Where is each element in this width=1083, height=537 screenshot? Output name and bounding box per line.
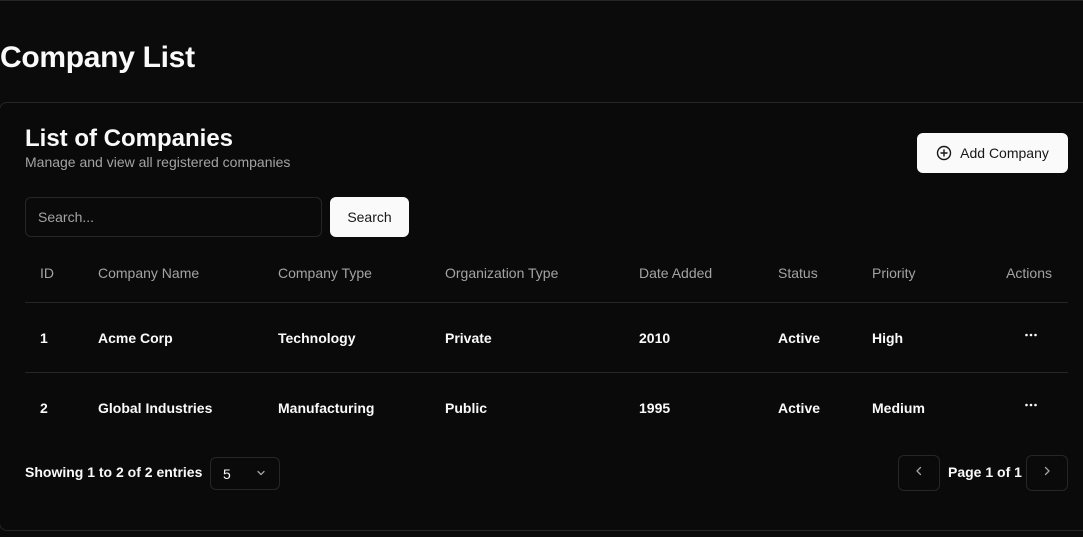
add-company-button[interactable]: Add Company	[917, 133, 1068, 173]
page-size-select[interactable]: 5	[210, 457, 280, 490]
cell-date-added: 2010	[639, 329, 671, 346]
cell-id: 1	[40, 329, 48, 346]
more-horizontal-icon	[1023, 327, 1039, 348]
page-title: Company List	[0, 41, 195, 74]
row-actions-button[interactable]	[1019, 325, 1043, 349]
card-title: List of Companies	[25, 125, 234, 152]
cell-company-type: Technology	[278, 329, 356, 346]
chevron-right-icon	[1040, 464, 1054, 483]
chevron-down-icon	[255, 466, 267, 482]
cell-priority: High	[872, 329, 904, 346]
cell-organization-type: Private	[445, 329, 492, 346]
cell-id: 2	[40, 399, 48, 416]
row-actions-button[interactable]	[1019, 395, 1043, 419]
entries-summary: Showing 1 to 2 of 2 entries	[25, 464, 203, 480]
header-company-type[interactable]: Company Type	[278, 243, 372, 302]
search-input[interactable]	[25, 197, 322, 237]
page-size-value: 5	[223, 465, 231, 482]
table-row[interactable]: 1 Acme Corp Technology Private 2010 Acti…	[25, 303, 1068, 373]
companies-table: ID Company Name Company Type Organizatio…	[25, 243, 1068, 442]
header-actions: Actions	[1006, 264, 1052, 281]
header-date-added[interactable]: Date Added	[639, 243, 712, 302]
card-description: Manage and view all registered companies	[25, 154, 291, 170]
table-header-row: ID Company Name Company Type Organizatio…	[25, 243, 1068, 303]
chevron-left-icon	[912, 464, 926, 483]
table-row[interactable]: 2 Global Industries Manufacturing Public…	[25, 373, 1068, 442]
cell-status: Active	[778, 399, 821, 416]
cell-priority: Medium	[872, 399, 925, 416]
plus-circle-icon	[936, 145, 952, 161]
previous-page-button[interactable]	[898, 455, 940, 491]
header-priority[interactable]: Priority	[872, 243, 916, 302]
more-horizontal-icon	[1023, 397, 1039, 418]
page: Company List List of Companies Manage an…	[0, 0, 1083, 537]
page-indicator: Page 1 of 1	[948, 464, 1022, 480]
cell-organization-type: Public	[445, 399, 488, 416]
header-status[interactable]: Status	[778, 243, 818, 302]
add-company-label: Add Company	[960, 145, 1049, 161]
cell-company-type: Manufacturing	[278, 399, 375, 416]
cell-company-name: Acme Corp	[98, 329, 173, 346]
cell-status: Active	[778, 329, 821, 346]
header-organization-type[interactable]: Organization Type	[445, 243, 558, 302]
next-page-button[interactable]	[1026, 455, 1068, 491]
header-company-name[interactable]: Company Name	[98, 243, 199, 302]
search-button[interactable]: Search	[330, 197, 409, 237]
cell-company-name: Global Industries	[98, 399, 213, 416]
header-id[interactable]: ID	[40, 243, 54, 302]
cell-date-added: 1995	[639, 399, 671, 416]
companies-card: List of Companies Manage and view all re…	[0, 102, 1083, 531]
